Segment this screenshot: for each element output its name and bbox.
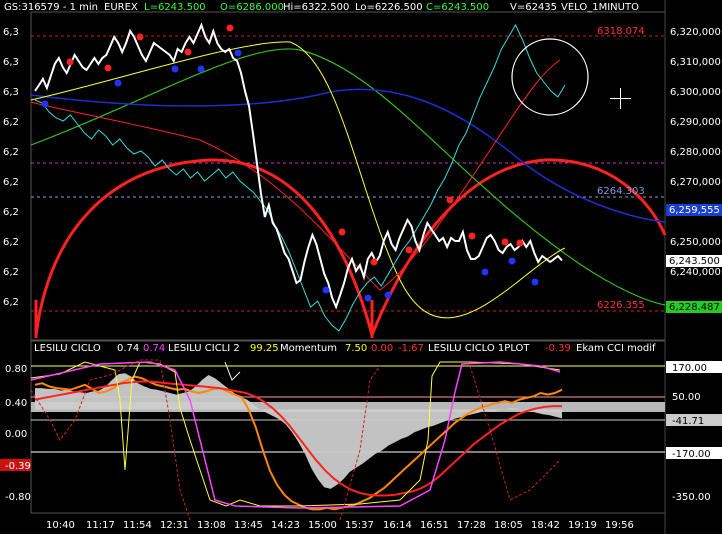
signal-dot-red xyxy=(338,228,346,236)
svg-text:15:37: 15:37 xyxy=(345,520,374,531)
signal-dot-blue xyxy=(41,100,49,108)
svg-text:6,2: 6,2 xyxy=(3,297,19,308)
svg-text:6,2: 6,2 xyxy=(3,177,19,188)
svg-text:LESILU CICLO 1PLOT: LESILU CICLO 1PLOT xyxy=(428,343,530,354)
svg-text:13:45: 13:45 xyxy=(234,520,263,531)
level-high-label: 6318.074 xyxy=(597,26,645,37)
svg-text:18:42: 18:42 xyxy=(531,520,560,531)
signal-dot-red xyxy=(226,24,234,32)
signal-dot-blue xyxy=(384,291,392,299)
svg-text:10:40: 10:40 xyxy=(46,520,75,531)
svg-text:7.50: 7.50 xyxy=(345,343,367,354)
svg-text:Ekam CCI modif: Ekam CCI modif xyxy=(576,343,656,354)
signal-dot-blue xyxy=(171,65,179,73)
svg-text:LESILU CICLI 2: LESILU CICLI 2 xyxy=(168,343,240,354)
signal-dot-red xyxy=(184,48,192,56)
svg-text:17:28: 17:28 xyxy=(457,520,486,531)
svg-text:6,270,000: 6,270,000 xyxy=(670,177,721,188)
svg-text:Momentum: Momentum xyxy=(280,343,337,354)
signal-dot-blue xyxy=(508,257,516,265)
svg-text:6,280,000: 6,280,000 xyxy=(670,147,721,158)
svg-text:13:08: 13:08 xyxy=(197,520,226,531)
svg-text:6,290,000: 6,290,000 xyxy=(670,117,721,128)
svg-text:99.25: 99.25 xyxy=(250,343,279,354)
badge-low: 6,228.487 xyxy=(669,302,720,313)
badge-last: 6,243.500 xyxy=(669,256,720,267)
svg-text:18:05: 18:05 xyxy=(494,520,523,531)
svg-text:0.80: 0.80 xyxy=(5,364,27,375)
osc-current-badge: -0.39 xyxy=(5,461,31,472)
svg-text:14:23: 14:23 xyxy=(271,520,300,531)
svg-text:6,2: 6,2 xyxy=(3,207,19,218)
svg-text:12:31: 12:31 xyxy=(160,520,189,531)
crosshair-cursor-icon xyxy=(610,88,631,109)
header-exchange: EUREX xyxy=(104,2,138,13)
header-template: VELO_1MINUTO xyxy=(561,2,639,13)
trading-chart[interactable]: GS:316579 - 1 min EUREX L=6243.500 O=628… xyxy=(0,0,722,534)
svg-text:-1.67: -1.67 xyxy=(398,343,424,354)
header-last: L=6243.500 xyxy=(144,2,206,13)
signal-dot-red xyxy=(405,246,413,254)
svg-text:11:17: 11:17 xyxy=(86,520,115,531)
svg-text:6,2: 6,2 xyxy=(3,237,19,248)
signal-dot-red xyxy=(516,239,524,247)
svg-text:6,240,000: 6,240,000 xyxy=(670,267,721,278)
header-open: O=6286.000 xyxy=(220,2,284,13)
svg-text:LESILU CICLO: LESILU CICLO xyxy=(34,343,101,354)
svg-text:6,2: 6,2 xyxy=(3,117,19,128)
header-volume: V=62435 xyxy=(510,2,557,13)
header-high: Hi=6322.500 xyxy=(283,2,349,13)
svg-text:50.00: 50.00 xyxy=(672,392,701,403)
signal-dot-red xyxy=(136,33,144,41)
indicator-legend: LESILU CICLO 0.74 0.74 LESILU CICLI 2 99… xyxy=(34,343,656,354)
signal-dot-blue xyxy=(114,79,122,87)
svg-text:6,300,000: 6,300,000 xyxy=(670,87,721,98)
signal-dot-red xyxy=(501,238,509,246)
level-low-label: 6226.355 xyxy=(597,300,645,311)
svg-text:6,2: 6,2 xyxy=(3,147,19,158)
signal-dot-blue xyxy=(234,49,242,57)
svg-text:16:14: 16:14 xyxy=(383,520,412,531)
svg-text:0.00: 0.00 xyxy=(5,429,27,440)
signal-dot-blue xyxy=(197,65,205,73)
header-close: C=6243.500 xyxy=(426,2,489,13)
signal-dot-blue xyxy=(531,278,539,286)
svg-text:-41.71: -41.71 xyxy=(672,416,704,427)
svg-text:16:51: 16:51 xyxy=(420,520,449,531)
svg-text:6,320,000: 6,320,000 xyxy=(670,27,721,38)
svg-text:-350.00: -350.00 xyxy=(672,492,711,503)
svg-text:6,2: 6,2 xyxy=(3,267,19,278)
svg-text:6,3: 6,3 xyxy=(3,87,19,98)
signal-dot-red xyxy=(468,232,476,240)
svg-text:0.40: 0.40 xyxy=(5,398,27,409)
signal-dot-red xyxy=(104,64,112,72)
badge-mid: 6,259,555 xyxy=(669,205,720,216)
price-right-axis: 6,320,000 6,310,000 6,300,000 6,290,000 … xyxy=(670,27,721,278)
svg-text:6,310,000: 6,310,000 xyxy=(670,57,721,68)
svg-text:15:00: 15:00 xyxy=(308,520,337,531)
signal-dot-red xyxy=(66,58,74,66)
svg-text:-0.39: -0.39 xyxy=(545,343,571,354)
signal-dot-red xyxy=(446,196,454,204)
header-low: Lo=6226.500 xyxy=(355,2,423,13)
signal-dot-blue xyxy=(364,294,372,302)
svg-text:-0.80: -0.80 xyxy=(5,492,31,503)
svg-text:0.74: 0.74 xyxy=(143,343,165,354)
svg-text:6,3: 6,3 xyxy=(3,57,19,68)
svg-text:6,250,000: 6,250,000 xyxy=(670,237,721,248)
svg-text:170.00: 170.00 xyxy=(672,363,707,374)
signal-dot-blue xyxy=(481,268,489,276)
svg-text:11:54: 11:54 xyxy=(123,520,152,531)
svg-text:0.00: 0.00 xyxy=(371,343,393,354)
level-mid-label: 6264.303 xyxy=(597,186,645,197)
svg-text:19:56: 19:56 xyxy=(605,520,634,531)
svg-text:19:19: 19:19 xyxy=(568,520,597,531)
svg-text:-170.00: -170.00 xyxy=(672,449,711,460)
signal-dot-red xyxy=(370,258,378,266)
svg-text:0.74: 0.74 xyxy=(117,343,139,354)
header-symbol: GS:316579 - 1 min xyxy=(4,2,98,13)
signal-dot-blue xyxy=(322,286,330,294)
svg-text:6,3: 6,3 xyxy=(3,27,19,38)
